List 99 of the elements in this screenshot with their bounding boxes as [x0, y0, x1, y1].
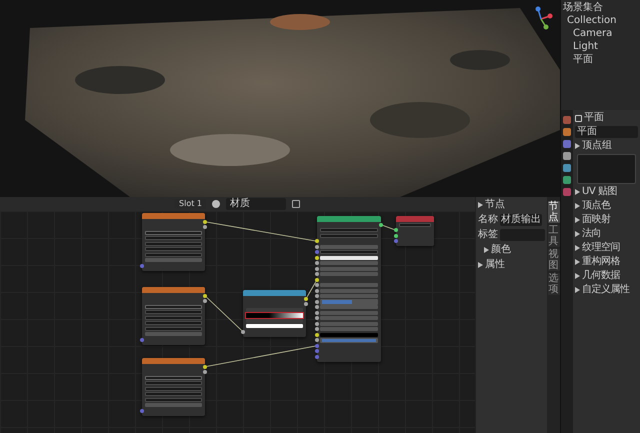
shader-node[interactable]: [396, 216, 434, 246]
sidebar-tab[interactable]: 工具: [548, 225, 560, 247]
outliner-item[interactable]: Camera: [563, 28, 638, 40]
panel-header[interactable]: 颜色: [491, 244, 511, 256]
value-field[interactable]: [320, 294, 378, 298]
outliner-item[interactable]: 平面: [563, 54, 638, 66]
dropdown-field[interactable]: [145, 321, 202, 326]
expand-arrow-icon[interactable]: [575, 245, 580, 251]
node-header[interactable]: [142, 213, 205, 219]
image-selector[interactable]: [145, 304, 202, 309]
shader-node[interactable]: [142, 358, 205, 416]
value-field[interactable]: [320, 310, 378, 315]
color-swatch[interactable]: [246, 324, 303, 328]
panel-header[interactable]: 自定义属性: [582, 284, 630, 296]
copy-icon[interactable]: [292, 200, 300, 208]
image-selector[interactable]: [145, 230, 202, 235]
color-swatch[interactable]: [320, 256, 378, 260]
dropdown-field[interactable]: [145, 326, 202, 331]
value-field[interactable]: [320, 327, 378, 332]
dropdown-field[interactable]: [145, 386, 202, 391]
expand-arrow-icon[interactable]: [575, 287, 580, 293]
socket-icon[interactable]: [379, 222, 383, 227]
expand-arrow-icon[interactable]: [575, 143, 580, 149]
value-field[interactable]: [320, 283, 378, 288]
field-label: 名称: [478, 214, 498, 226]
value-field[interactable]: [320, 261, 378, 266]
outliner-item[interactable]: Light: [563, 41, 638, 53]
value-field[interactable]: [145, 403, 202, 408]
node-link: [306, 279, 318, 300]
expand-arrow-icon[interactable]: [575, 259, 580, 265]
dropdown-field[interactable]: [399, 222, 431, 227]
dropdown-field[interactable]: [145, 316, 202, 320]
outliner-item[interactable]: Collection: [563, 15, 638, 27]
panel-header[interactable]: 法向: [582, 228, 601, 240]
color-swatch[interactable]: [320, 332, 378, 337]
panel-header[interactable]: 顶点色: [582, 200, 610, 212]
sidebar-tab[interactable]: 选项: [548, 273, 560, 295]
value-field[interactable]: [320, 305, 378, 310]
expand-arrow-icon[interactable]: [484, 247, 489, 253]
node-header[interactable]: [317, 216, 381, 222]
panel-header[interactable]: 重构网格: [582, 256, 620, 268]
node-link: [204, 295, 244, 332]
node-header[interactable]: [396, 216, 434, 222]
data-name-field[interactable]: 平面: [575, 126, 638, 138]
expand-arrow-icon[interactable]: [478, 202, 483, 208]
sidebar-tab[interactable]: 视图: [548, 249, 560, 271]
gradient-bar[interactable]: [246, 312, 303, 318]
socket-icon[interactable]: [241, 330, 245, 334]
value-field[interactable]: [145, 332, 202, 336]
value-field[interactable]: [320, 272, 378, 276]
shader-node[interactable]: [142, 287, 205, 344]
shader-node[interactable]: [317, 216, 381, 362]
expand-arrow-icon[interactable]: [575, 273, 580, 279]
shader-node[interactable]: [243, 290, 306, 336]
value-field[interactable]: [320, 316, 378, 320]
expand-arrow-icon[interactable]: [575, 189, 580, 195]
dropdown-field[interactable]: [145, 310, 202, 314]
object-name: 平面: [584, 112, 604, 124]
value-field[interactable]: [320, 244, 378, 249]
dropdown-field[interactable]: [145, 392, 202, 396]
dropdown-field[interactable]: [145, 398, 202, 402]
node-canvas[interactable]: [0, 211, 475, 433]
shader-node[interactable]: [142, 213, 205, 270]
panel-header[interactable]: 属性: [485, 259, 505, 271]
panel-header[interactable]: UV 贴图: [582, 186, 617, 198]
dropdown-field[interactable]: [320, 228, 378, 232]
panel-header[interactable]: 节点: [485, 199, 505, 211]
panel-header[interactable]: 纹理空间: [582, 242, 620, 254]
value-field[interactable]: [320, 322, 378, 326]
dropdown-field[interactable]: [145, 242, 202, 246]
dropdown-field[interactable]: [145, 247, 202, 252]
panel-header[interactable]: 面映射: [582, 214, 610, 226]
expand-arrow-icon[interactable]: [575, 217, 580, 223]
value-field[interactable]: [320, 266, 378, 271]
node-header[interactable]: [142, 287, 205, 293]
slider-field[interactable]: [320, 338, 378, 343]
sidebar-tab[interactable]: 节点: [548, 201, 560, 223]
mesh-icon: [575, 114, 582, 122]
panel-header[interactable]: 顶点组: [582, 140, 612, 152]
dropdown-field[interactable]: [320, 234, 378, 238]
name-field[interactable]: 材质输出: [500, 214, 542, 226]
expand-arrow-icon[interactable]: [575, 231, 580, 237]
outliner-item[interactable]: 场景集合: [563, 2, 638, 14]
node-link: [380, 224, 396, 231]
material-field[interactable]: 材质: [226, 198, 286, 210]
image-selector[interactable]: [145, 376, 202, 380]
expand-arrow-icon[interactable]: [575, 203, 580, 209]
slider-field[interactable]: [320, 299, 378, 304]
field-label: 标签: [478, 229, 498, 241]
dropdown-field[interactable]: [145, 252, 202, 257]
dropdown-field[interactable]: [145, 381, 202, 386]
dropdown-field[interactable]: [145, 236, 202, 240]
expand-arrow-icon[interactable]: [478, 262, 483, 268]
node-header[interactable]: [142, 358, 205, 364]
dropdown-field[interactable]: [320, 250, 378, 254]
panel-header[interactable]: 几何数据: [582, 270, 620, 282]
value-field[interactable]: [145, 258, 202, 262]
node-header[interactable]: [243, 290, 306, 296]
value-field[interactable]: [320, 288, 378, 293]
